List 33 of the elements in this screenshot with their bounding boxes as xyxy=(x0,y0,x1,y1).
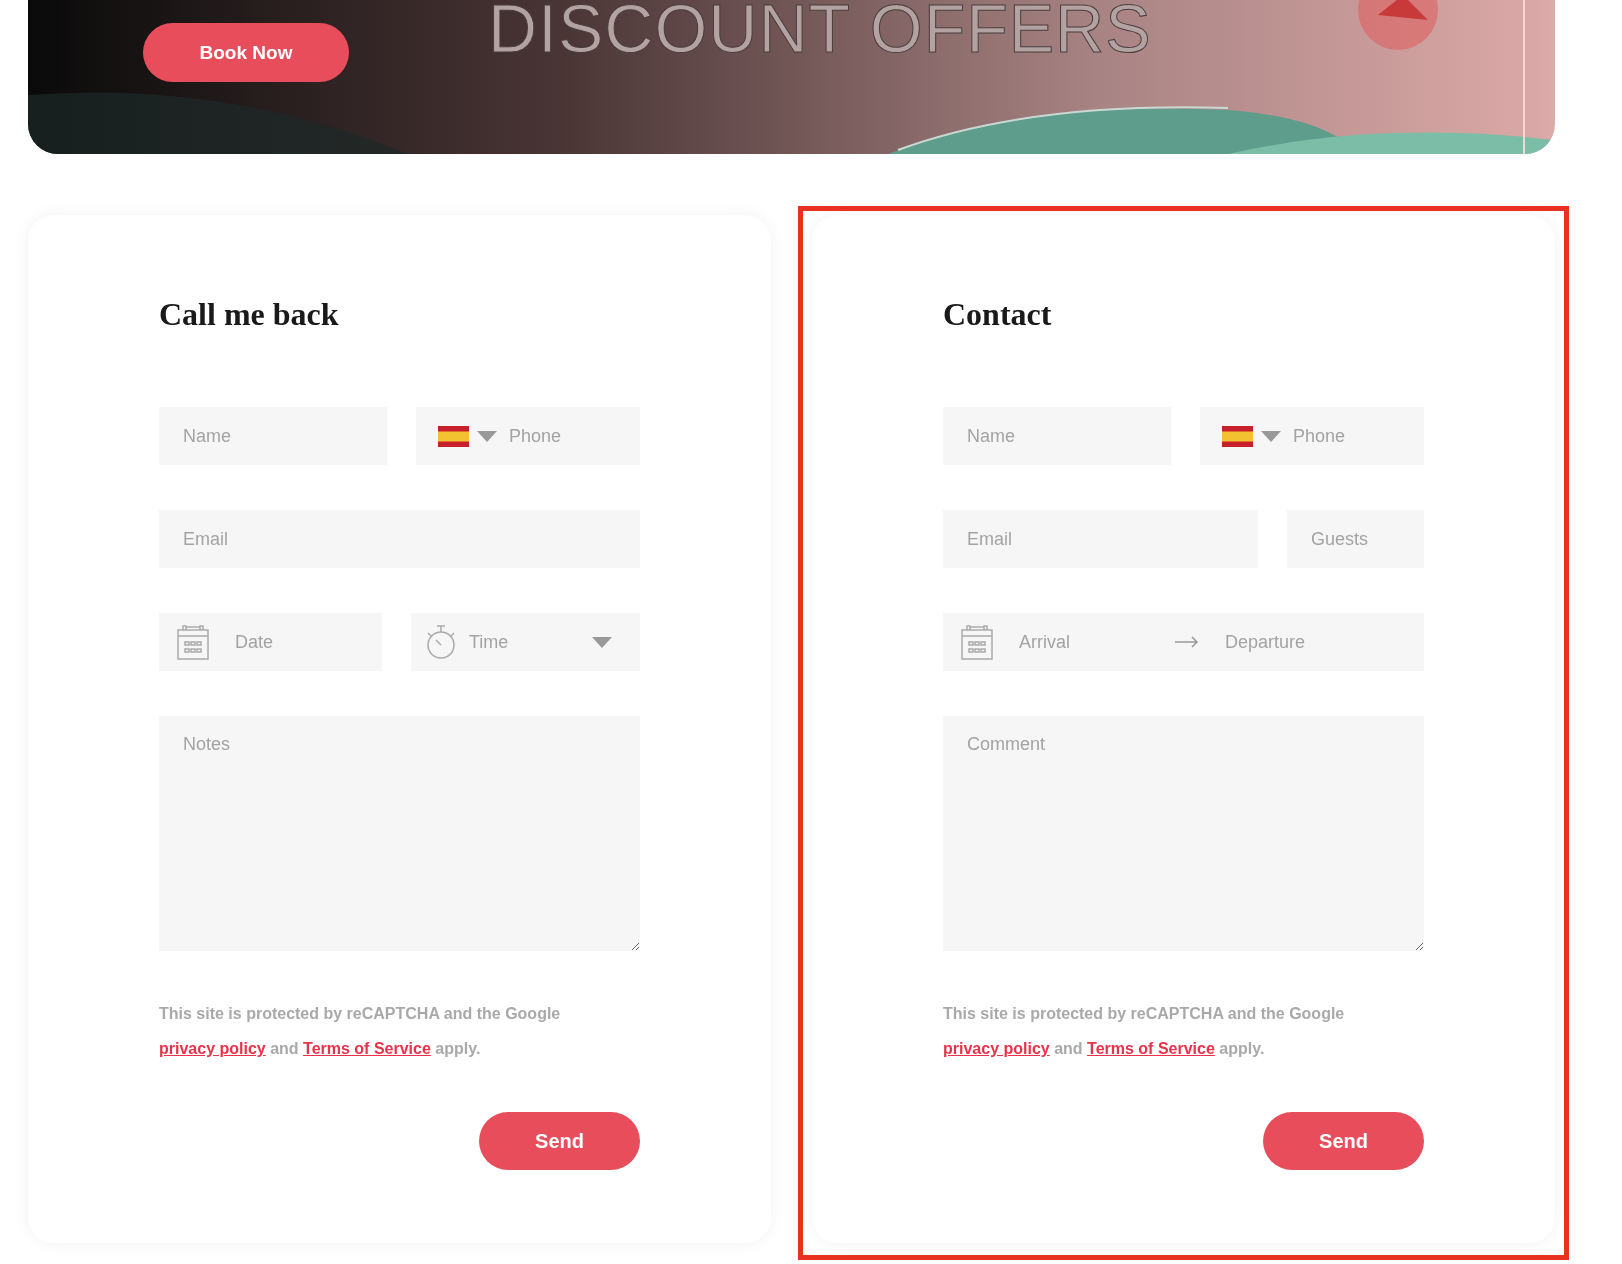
text-field[interactable]: Email xyxy=(943,510,1258,568)
privacy-policy-link[interactable]: privacy policy xyxy=(159,1040,266,1057)
caret-icon xyxy=(477,430,497,442)
recaptcha-notice: This site is protected by reCAPTCHA and the Google privacy policy and Terms of Service apply. xyxy=(943,1004,1346,1059)
calendar-icon xyxy=(177,624,209,660)
terms-link[interactable]: Terms of Service xyxy=(303,1040,431,1057)
date-range-field[interactable]: Arrival Departure xyxy=(943,613,1424,671)
text-field[interactable]: Guests xyxy=(1287,510,1424,568)
date-field[interactable]: Date xyxy=(159,613,382,671)
book-now-button[interactable]: Book Now xyxy=(143,23,349,82)
text-field[interactable]: Name xyxy=(159,407,387,465)
text-field[interactable]: Name xyxy=(943,407,1171,465)
calendar-icon xyxy=(961,624,993,660)
recaptcha-notice: This site is protected by reCAPTCHA and the Google privacy policy and Terms of Service apply. xyxy=(159,1004,562,1059)
stopwatch-icon xyxy=(425,624,457,660)
banner-heading: DISCOUNT OFFERS xyxy=(488,0,1152,62)
flag-icon xyxy=(1222,425,1253,447)
text-field[interactable]: Email xyxy=(159,510,640,568)
form-title: Contact xyxy=(943,295,1052,333)
phone-field[interactable]: Phone xyxy=(1200,407,1424,465)
send-button[interactable]: Send xyxy=(1263,1112,1424,1170)
text-area[interactable]: Notes xyxy=(159,716,640,951)
privacy-policy-link[interactable]: privacy policy xyxy=(943,1040,1050,1057)
phone-field[interactable]: Phone xyxy=(416,407,640,465)
caret-icon xyxy=(592,636,612,648)
text-area[interactable]: Comment xyxy=(943,716,1424,951)
arrow-right-icon xyxy=(1175,636,1199,648)
send-button[interactable]: Send xyxy=(479,1112,640,1170)
caret-icon xyxy=(1261,430,1281,442)
terms-link[interactable]: Terms of Service xyxy=(1087,1040,1215,1057)
flag-icon xyxy=(438,425,469,447)
form-title: Call me back xyxy=(159,295,339,333)
time-select[interactable]: Time xyxy=(411,613,640,671)
